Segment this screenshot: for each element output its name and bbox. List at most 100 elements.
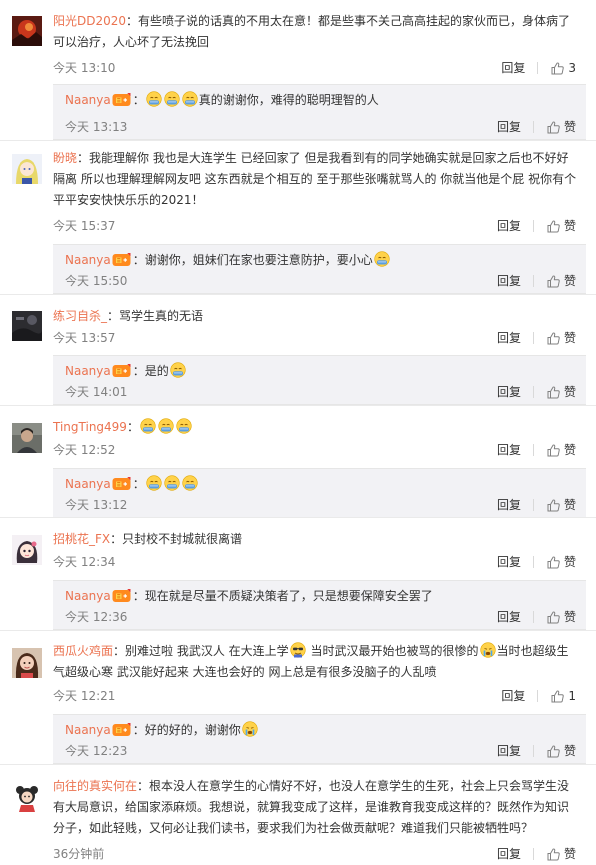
comment-actions: 回复 赞: [497, 382, 576, 402]
reply-button[interactable]: 回复: [501, 58, 525, 78]
reply-button[interactable]: 回复: [497, 607, 521, 627]
text-segment: 好的好的，谢谢你: [144, 723, 241, 737]
like-button[interactable]: 赞: [546, 607, 576, 627]
fan-badge-icon[interactable]: [112, 364, 131, 378]
user-avatar[interactable]: [12, 154, 42, 184]
like-button[interactable]: 赞: [546, 495, 576, 515]
like-button[interactable]: 赞: [546, 552, 576, 572]
reply-username[interactable]: Naanya: [65, 93, 111, 107]
like-button[interactable]: 赞: [546, 216, 576, 236]
like-count: 赞: [563, 331, 576, 345]
reply-time: 今天 15:50: [65, 274, 128, 288]
face-palm-emoji: [164, 91, 180, 107]
reply-username[interactable]: Naanya: [65, 364, 111, 378]
like-button[interactable]: 赞: [546, 844, 576, 864]
like-count: 1: [568, 689, 576, 703]
comment-time: 36分钟前: [53, 847, 105, 861]
reply-button[interactable]: 回复: [497, 328, 521, 348]
action-divider: [537, 690, 539, 702]
comment-item: 向往的真实何在：根本没人在意学生的心情好不好，也没人在意学生的生死，社会上只会骂…: [0, 765, 596, 865]
reply-button[interactable]: 回复: [497, 844, 521, 864]
comment-item: 阳光DD2020：有些喷子说的话真的不用太在意！都是些事不关己高高挂起的家伙而已…: [0, 0, 596, 141]
like-button[interactable]: 1: [550, 686, 576, 706]
thumbs-up-icon: [546, 744, 564, 758]
reply-text: Naanya ：谢谢你，姐妹们在家也要注意防护，要小心: [65, 250, 391, 270]
comment-actions: 回复 赞: [497, 117, 576, 137]
user-avatar[interactable]: [12, 648, 42, 678]
reply-button[interactable]: 回复: [501, 686, 525, 706]
like-count: 赞: [563, 274, 576, 288]
comment-meta: 今天 13:57 回复 赞: [53, 328, 576, 348]
user-avatar[interactable]: [12, 535, 42, 565]
like-button[interactable]: 赞: [546, 741, 576, 761]
user-avatar[interactable]: [12, 423, 42, 453]
like-count: 赞: [563, 847, 576, 861]
user-avatar[interactable]: [12, 311, 42, 341]
comment-time: 今天 12:21: [53, 689, 116, 703]
reply-username[interactable]: Naanya: [65, 253, 111, 267]
reply-button[interactable]: 回复: [497, 271, 521, 291]
comment-actions: 回复 赞: [497, 495, 576, 515]
fan-badge-icon[interactable]: [112, 589, 131, 603]
comment-username[interactable]: 招桃花_FX: [53, 532, 110, 546]
user-avatar[interactable]: [12, 16, 42, 46]
comment-actions: 回复 1: [501, 686, 576, 706]
like-button[interactable]: 赞: [546, 382, 576, 402]
comment-actions: 回复 赞: [497, 844, 576, 864]
comment-actions: 回复 赞: [497, 607, 576, 627]
comment-item: 招桃花_FX：只封校不封城就很离谱 今天 12:34 回复赞 Naanya ：现在就是尽…: [0, 518, 596, 631]
comment-actions: 回复 赞: [497, 552, 576, 572]
reply-button[interactable]: 回复: [497, 495, 521, 515]
reply-username[interactable]: Naanya: [65, 589, 111, 603]
comment-username[interactable]: 练习自杀_: [53, 309, 107, 323]
reply-button[interactable]: 回复: [497, 440, 521, 460]
like-button[interactable]: 赞: [546, 117, 576, 137]
text-segment: 真的谢谢你，难得的聪明理智的人: [198, 93, 379, 107]
comment-actions: 回复 赞: [497, 440, 576, 460]
fan-badge-icon[interactable]: [112, 477, 131, 491]
reply-meta: 今天 13:12 回复 赞: [65, 495, 576, 515]
face-palm-emoji: [170, 362, 186, 378]
comment-username[interactable]: 阳光DD2020: [53, 14, 126, 28]
text-segment: 当时武汉最开始也被骂的很惨的: [306, 644, 479, 658]
fan-badge-icon[interactable]: [112, 253, 131, 267]
reply-button[interactable]: 回复: [497, 741, 521, 761]
reply-button[interactable]: 回复: [497, 117, 521, 137]
like-count: 赞: [563, 219, 576, 233]
comment-username[interactable]: 盼晓: [53, 151, 77, 165]
like-button[interactable]: 赞: [546, 328, 576, 348]
fan-badge-icon[interactable]: [112, 93, 131, 107]
crying-face-emoji: [479, 642, 496, 658]
comment-item: 盼晓：我能理解你 我也是大连学生 已经回家了 但是我看到有的同学她确实就是回家之…: [0, 141, 596, 295]
reply-username[interactable]: Naanya: [65, 477, 111, 491]
comment-text: 招桃花_FX：只封校不封城就很离谱: [53, 532, 243, 546]
comment-username[interactable]: 向往的真实何在: [53, 779, 137, 793]
thumbs-up-icon: [546, 443, 564, 457]
reply-username[interactable]: Naanya: [65, 723, 111, 737]
comment-text: 盼晓：我能理解你 我也是大连学生 已经回家了 但是我看到有的同学她确实就是回家之…: [53, 151, 577, 207]
comment-username[interactable]: TingTing499: [53, 420, 127, 434]
thumbs-up-icon: [550, 61, 568, 75]
reply-box: Naanya ：谢谢你，姐妹们在家也要注意防护，要小心今天 15:50 回复 赞: [53, 244, 586, 294]
comment-actions: 回复 赞: [497, 271, 576, 291]
action-divider: [532, 848, 534, 860]
comment-meta: 今天 13:10 回复 3: [53, 58, 576, 78]
like-button[interactable]: 赞: [546, 271, 576, 291]
reply-button[interactable]: 回复: [497, 552, 521, 572]
thumbs-up-icon: [546, 555, 564, 569]
comment-username[interactable]: 西瓜火鸡面: [53, 644, 113, 658]
reply-box: Naanya：真的谢谢你，难得的聪明理智的人 今天 13:13 回复 赞: [53, 84, 586, 140]
like-button[interactable]: 3: [550, 58, 576, 78]
fan-badge-icon[interactable]: [112, 723, 131, 737]
user-avatar[interactable]: [12, 782, 42, 812]
reply-button[interactable]: 回复: [497, 216, 521, 236]
action-divider: [532, 499, 534, 511]
like-count: 赞: [563, 385, 576, 399]
like-button[interactable]: 赞: [546, 440, 576, 460]
comment-feed: 阳光DD2020：有些喷子说的话真的不用太在意！都是些事不关己高高挂起的家伙而已…: [0, 0, 596, 865]
reply-time: 今天 14:01: [65, 385, 128, 399]
thumbs-up-icon: [546, 385, 564, 399]
comment-time: 今天 12:52: [53, 443, 116, 457]
reply-button[interactable]: 回复: [497, 382, 521, 402]
comment-meta: 今天 12:52 回复 赞: [53, 440, 576, 460]
